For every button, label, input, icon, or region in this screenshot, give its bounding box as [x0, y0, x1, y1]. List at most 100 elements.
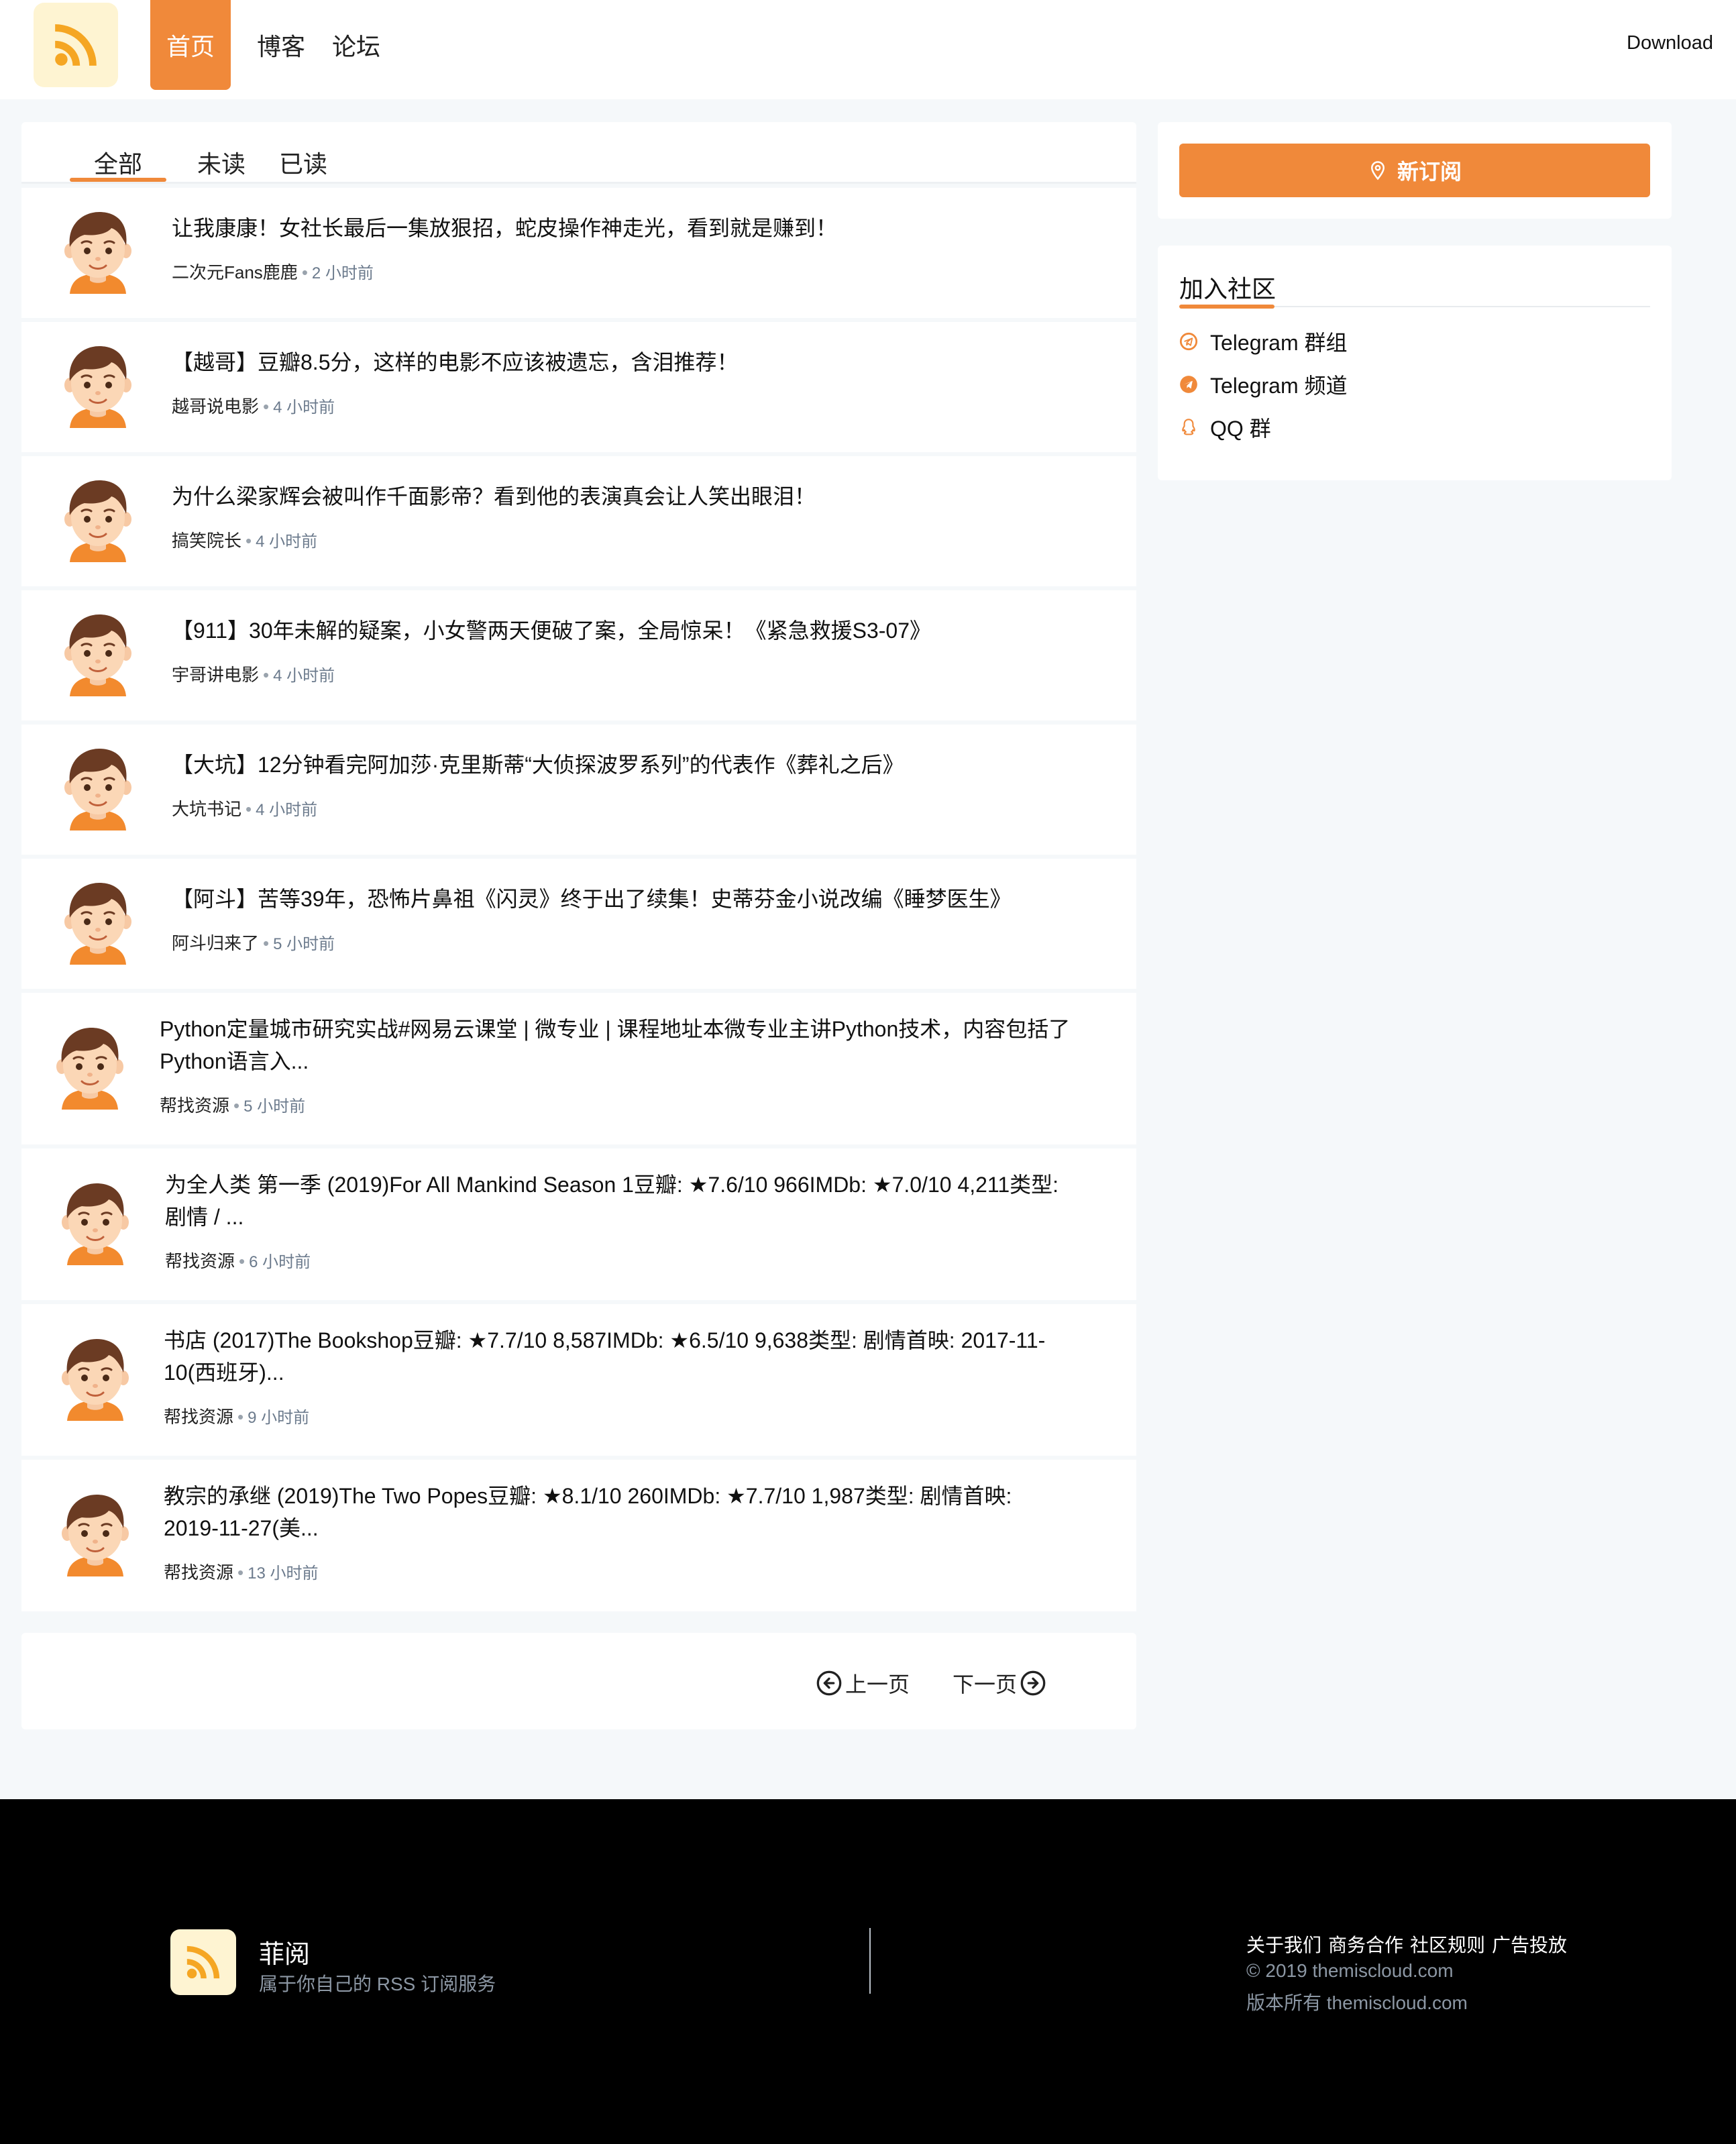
next-page-button[interactable]: 下一页	[953, 1668, 1046, 1699]
footer-link-ads[interactable]: 广告投放	[1492, 1931, 1567, 1958]
nav-forum[interactable]: 论坛	[329, 0, 384, 90]
feed-item[interactable]: 为什么梁家辉会被叫作千面影帝？看到他的表演真会让人笑出眼泪！ 搞笑院长 • 4 小时…	[21, 456, 1136, 586]
arrow-right-circle-icon	[1020, 1670, 1046, 1696]
feed-item[interactable]: 【越哥】豆瓣8.5分，这样的电影不应该被遗忘，含泪推荐！ 越哥说电影 • 4 小时前	[21, 322, 1136, 452]
feed-item[interactable]: 书店 (2017)The Bookshop豆瓣: ★7.7/10 8,587IM…	[21, 1304, 1136, 1456]
item-author[interactable]: 越哥说电影	[172, 396, 259, 417]
item-meta: 帮找资源 • 6 小时前	[165, 1251, 311, 1271]
item-title[interactable]: Python定量城市研究实战#网易云课堂 | 微专业 | 课程地址本微专业主讲P…	[160, 1013, 1070, 1077]
item-meta: 越哥说电影 • 4 小时前	[172, 396, 335, 417]
avatar-icon	[52, 1025, 127, 1112]
feed-item[interactable]: Python定量城市研究实战#网易云课堂 | 微专业 | 课程地址本微专业主讲P…	[21, 993, 1136, 1144]
footer-brand-name: 菲阅	[259, 1941, 311, 1969]
nav-blog[interactable]: 博客	[254, 0, 309, 90]
feed-item[interactable]: 【911】30年未解的疑案，小女警两天便破了案，全局惊呆！《紧急救援S3-07》…	[21, 590, 1136, 720]
title-underline	[1179, 305, 1274, 309]
qq-group-link[interactable]: QQ 群	[1179, 412, 1271, 443]
item-author[interactable]: 帮找资源	[160, 1095, 229, 1116]
qq-icon	[1182, 419, 1195, 435]
item-time: 4 小时前	[273, 398, 335, 417]
avatar-icon	[60, 746, 135, 833]
item-meta: 搞笑院长 • 4 小时前	[172, 531, 318, 551]
feed-item[interactable]: 为全人类 第一季 (2019)For All Mankind Season 1豆…	[21, 1148, 1136, 1300]
telegram-channel-link[interactable]: Telegram 频道	[1179, 369, 1348, 400]
telegram-icon	[1180, 376, 1197, 393]
item-time: 4 小时前	[273, 667, 335, 685]
feed-item[interactable]: 【大坑】12分钟看完阿加莎·克里斯蒂“大侦探波罗系列”的代表作《葬礼之后》 大坑…	[21, 725, 1136, 855]
avatar-icon	[60, 478, 135, 565]
footer-link-rules[interactable]: 社区规则	[1410, 1931, 1485, 1958]
item-time: 13 小时前	[248, 1564, 319, 1583]
nav-home[interactable]: 首页	[150, 0, 231, 90]
avatar-icon	[60, 343, 135, 431]
item-title[interactable]: 让我康康！女社长最后一集放狠招，蛇皮操作神走光，看到就是赚到！	[172, 212, 837, 244]
item-author[interactable]: 帮找资源	[164, 1407, 233, 1427]
feed-item[interactable]: 【阿斗】苦等39年，恐怖片鼻祖《闪灵》终于出了续集！史蒂芬金小说改编《睡梦医生》…	[21, 859, 1136, 989]
item-time: 5 小时前	[273, 935, 335, 953]
item-title[interactable]: 为什么梁家辉会被叫作千面影帝？看到他的表演真会让人笑出眼泪！	[172, 480, 816, 513]
new-subscription-label: 新订阅	[1397, 160, 1462, 184]
item-title[interactable]: 教宗的承继 (2019)The Two Popes豆瓣: ★8.1/10 260…	[164, 1480, 1012, 1544]
avatar-icon	[60, 612, 135, 699]
telegram-outline-icon	[1179, 332, 1198, 351]
rss-icon	[55, 24, 97, 66]
arrow-left-circle-icon	[816, 1670, 842, 1696]
item-time: 9 小时前	[248, 1409, 310, 1427]
item-author[interactable]: 宇哥讲电影	[172, 665, 259, 685]
feed-panel: 全部 未读 已读 让我康康！女社长最后一集放狠招，蛇皮操作神走光，看到就是赚到！…	[21, 122, 1136, 1611]
item-meta: 二次元Fans鹿鹿 • 2 小时前	[172, 262, 374, 282]
avatar-icon	[58, 1181, 133, 1268]
item-meta: 大坑书记 • 4 小时前	[172, 799, 318, 819]
item-author[interactable]: 搞笑院长	[172, 531, 241, 551]
telegram-group-link[interactable]: Telegram 群组	[1179, 326, 1348, 357]
prev-page-button[interactable]: 上一页	[816, 1668, 910, 1699]
item-time: 6 小时前	[249, 1253, 311, 1271]
download-link[interactable]: Download	[1627, 32, 1713, 54]
rss-logo[interactable]	[34, 3, 118, 87]
item-time: 2 小时前	[311, 264, 374, 282]
tab-unread[interactable]: 未读	[197, 145, 246, 180]
prev-page-label: 上一页	[845, 1672, 910, 1697]
telegram-group-label: Telegram 群组	[1210, 331, 1348, 355]
item-title[interactable]: 【911】30年未解的疑案，小女警两天便破了案，全局惊呆！《紧急救援S3-07》	[172, 614, 931, 647]
feed-item[interactable]: 让我康康！女社长最后一集放狠招，蛇皮操作神走光，看到就是赚到！ 二次元Fans鹿…	[21, 188, 1136, 318]
tab-read[interactable]: 已读	[279, 145, 327, 180]
item-meta: 帮找资源 • 9 小时前	[164, 1407, 310, 1427]
footer: 菲阅 属于你自己的 RSS 订阅服务 关于我们 商务合作 社区规则 广告投放 ©…	[0, 1799, 1736, 2144]
footer-link-business[interactable]: 商务合作	[1328, 1931, 1403, 1958]
item-author[interactable]: 阿斗归来了	[172, 933, 259, 953]
top-header: 首页 博客 论坛 Download	[0, 0, 1736, 99]
item-time: 5 小时前	[243, 1097, 306, 1116]
community-card: 加入社区 Telegram 群组 Telegram 频道 QQ 群	[1158, 246, 1672, 480]
qq-group-label: QQ 群	[1210, 417, 1271, 441]
item-time: 4 小时前	[256, 801, 318, 819]
avatar-icon	[60, 209, 135, 297]
item-title[interactable]: 书店 (2017)The Bookshop豆瓣: ★7.7/10 8,587IM…	[164, 1324, 1045, 1389]
telegram-channel-label: Telegram 频道	[1210, 374, 1348, 398]
item-title[interactable]: 为全人类 第一季 (2019)For All Mankind Season 1豆…	[165, 1169, 1059, 1233]
item-title[interactable]: 【越哥】豆瓣8.5分，这样的电影不应该被遗忘，含泪推荐！	[172, 346, 739, 378]
item-author[interactable]: 大坑书记	[172, 799, 241, 819]
item-meta: 宇哥讲电影 • 4 小时前	[172, 665, 335, 685]
footer-logo[interactable]	[170, 1929, 236, 1995]
item-meta: 帮找资源 • 5 小时前	[160, 1095, 306, 1116]
subscribe-card: 新订阅	[1158, 122, 1672, 219]
avatar-icon	[58, 1492, 133, 1579]
item-title[interactable]: 【大坑】12分钟看完阿加莎·克里斯蒂“大侦探波罗系列”的代表作《葬礼之后》	[172, 749, 904, 781]
footer-rights: 版本所有 themiscloud.com	[1246, 1992, 1468, 2013]
item-meta: 阿斗归来了 • 5 小时前	[172, 933, 335, 953]
location-pin-icon	[1370, 161, 1385, 180]
avatar-icon	[58, 1336, 133, 1424]
item-meta: 帮找资源 • 13 小时前	[164, 1562, 319, 1583]
footer-link-about[interactable]: 关于我们	[1246, 1931, 1321, 1958]
footer-slogan: 属于你自己的 RSS 订阅服务	[259, 1974, 496, 1994]
feed-tabs: 全部 未读 已读	[21, 122, 1136, 184]
item-author[interactable]: 二次元Fans鹿鹿	[172, 262, 298, 282]
item-author[interactable]: 帮找资源	[164, 1562, 233, 1583]
new-subscription-button[interactable]: 新订阅	[1179, 144, 1650, 197]
item-title[interactable]: 【阿斗】苦等39年，恐怖片鼻祖《闪灵》终于出了续集！史蒂芬金小说改编《睡梦医生》	[172, 883, 1012, 915]
tab-active-indicator	[70, 178, 166, 182]
tab-all[interactable]: 全部	[94, 145, 142, 180]
item-author[interactable]: 帮找资源	[165, 1251, 235, 1271]
feed-item[interactable]: 教宗的承继 (2019)The Two Popes豆瓣: ★8.1/10 260…	[21, 1460, 1136, 1611]
